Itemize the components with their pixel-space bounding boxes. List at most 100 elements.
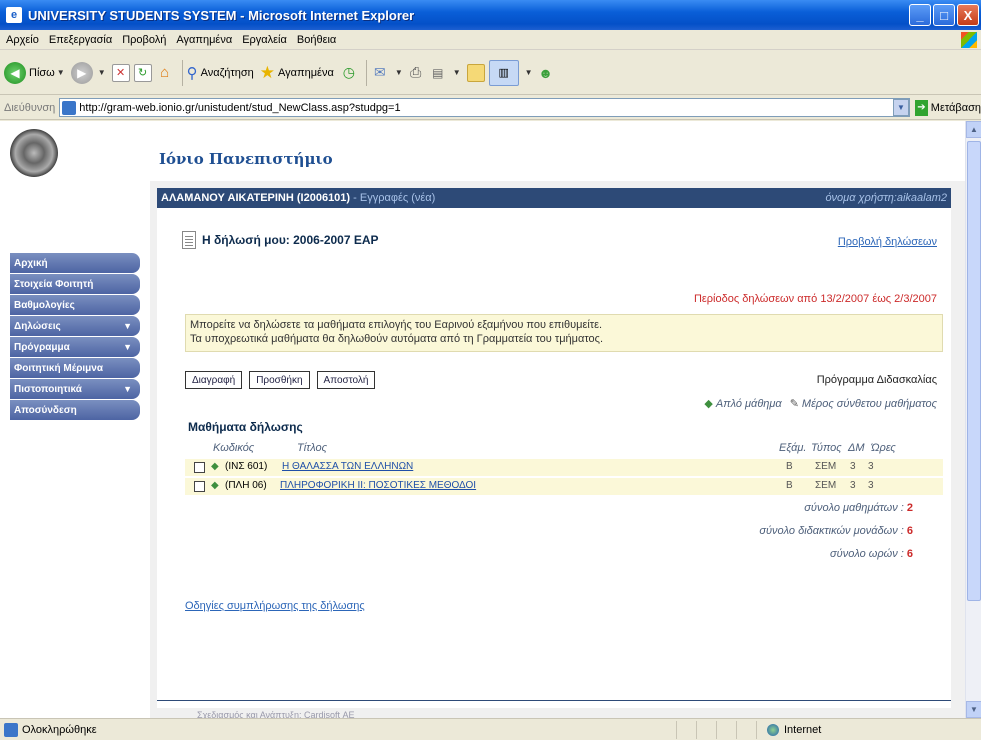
close-button[interactable]: X [957, 4, 979, 26]
instructions-link[interactable]: Οδηγίες συμπλήρωσης της δήλωσης [185, 600, 365, 612]
send-button[interactable]: Αποστολή [316, 371, 376, 389]
total-courses: σύνολο μαθημάτων : 2 [804, 502, 913, 514]
history-icon[interactable]: ◷ [340, 64, 358, 82]
menu-edit[interactable]: Επεξεργασία [49, 34, 112, 46]
forward-button[interactable]: ▶ ▼ [70, 61, 106, 84]
header-units: ΔΜ [848, 442, 865, 454]
course-checkbox[interactable] [194, 462, 205, 473]
menu-view[interactable]: Προβολή [122, 34, 166, 46]
favorites-button[interactable]: ★ Αγαπημένα [260, 63, 334, 83]
sidebar-item-logout[interactable]: Αποσύνδεση [10, 400, 140, 420]
course-title-link[interactable]: Η ΘΑΛΑΣΣΑ ΤΩΝ ΕΛΛΗΝΩΝ [282, 461, 413, 472]
course-title-link[interactable]: ΠΛΗΡΟΦΟΡΙΚΗ ΙΙ: ΠΟΣΟΤΙΚΕΣ ΜΕΘΟΔΟΙ [280, 480, 476, 491]
sidebar-item-certificates[interactable]: Πιστοποιητικά ▼ [10, 379, 140, 399]
simple-course-icon: ◆ [211, 461, 219, 472]
compound-course-icon: ✎ [789, 398, 799, 410]
teaching-schedule-link[interactable]: Πρόγραμμα Διδασκαλίας [817, 374, 937, 386]
header-code: Κωδικός [213, 442, 255, 454]
address-input[interactable]: http://gram-web.ionio.gr/unistudent/stud… [59, 98, 910, 117]
sidebar-item-schedule[interactable]: Πρόγραμμα ▼ [10, 337, 140, 357]
address-url: http://gram-web.ionio.gr/unistudent/stud… [79, 101, 401, 114]
windows-logo-icon [961, 32, 977, 48]
address-bar: Διεύθυνση http://gram-web.ionio.gr/unist… [0, 96, 981, 120]
ie-icon: e [6, 7, 22, 23]
sidebar-nav: Αρχική Στοιχεία Φοιτητή Βαθμολογίες Δηλώ… [10, 253, 140, 421]
search-button[interactable]: ⚲ Αναζήτηση [187, 64, 254, 82]
footer-divider [157, 700, 951, 701]
action-buttons: Διαγραφή Προσθήκη Αποστολή [185, 371, 382, 389]
refresh-icon[interactable]: ↻ [133, 63, 152, 82]
header-hours: Ώρες [871, 442, 896, 454]
print-icon[interactable]: ⎙ [407, 64, 425, 82]
course-code: (ΠΛΗ 06) [225, 480, 267, 491]
star-icon: ★ [259, 62, 275, 82]
course-type: ΣΕΜ [815, 461, 837, 472]
sidebar-item-home[interactable]: Αρχική [10, 253, 140, 273]
courses-table-header: Κωδικός Τίτλος Εξάμ. Τύπος ΔΜ Ώρες [185, 442, 943, 456]
research-icon[interactable]: ▥ [488, 59, 519, 86]
scroll-down-icon[interactable]: ▼ [966, 701, 981, 718]
status-text: Ολοκληρώθηκε [22, 723, 97, 736]
university-logo [10, 129, 58, 177]
table-row: ◆ (ΙΝΣ 601) Η ΘΑΛΑΣΣΑ ΤΩΝ ΕΛΛΗΝΩΝ Β ΣΕΜ … [185, 459, 943, 476]
course-checkbox[interactable] [194, 481, 205, 492]
home-icon[interactable]: ⌂ [156, 64, 174, 82]
stop-icon[interactable]: ✕ [111, 63, 130, 82]
messenger-icon[interactable]: ☻ [537, 64, 555, 82]
back-button[interactable]: ◀ Πίσω ▼ [4, 61, 65, 84]
simple-course-icon: ◆ [211, 480, 219, 491]
toolbar: ◀ Πίσω ▼ ▶ ▼ ✕ ↻ ⌂ ⚲ Αναζήτηση ★ Αγαπημένα… [0, 51, 981, 95]
minimize-button[interactable]: _ [909, 4, 931, 26]
sidebar-item-student-info[interactable]: Στοιχεία Φοιτητή [10, 274, 140, 294]
sidebar-item-declarations[interactable]: Δηλώσεις ▼ [10, 316, 140, 336]
scroll-thumb[interactable] [967, 141, 981, 601]
username-label: όνομα χρήστη:aikaalam2 [825, 192, 947, 204]
go-button[interactable]: ➔ Μετάβαση [915, 99, 981, 116]
courses-section-title: Μαθήματα δήλωσης [188, 420, 303, 434]
course-code: (ΙΝΣ 601) [225, 461, 268, 472]
view-declarations-link[interactable]: Προβολή δηλώσεων [838, 236, 937, 248]
header-type: Τύπος [811, 442, 842, 454]
scroll-up-icon[interactable]: ▲ [966, 121, 981, 138]
table-row: ◆ (ΠΛΗ 06) ΠΛΗΡΟΦΟΡΙΚΗ ΙΙ: ΠΟΣΟΤΙΚΕΣ ΜΕΘ… [185, 478, 943, 495]
down-arrow-icon: ▼ [123, 384, 132, 394]
menu-file[interactable]: Αρχείο [6, 34, 39, 46]
course-hours: 3 [868, 461, 874, 472]
forward-arrow-icon: ▶ [70, 61, 93, 84]
menu-favorites[interactable]: Αγαπημένα [176, 34, 232, 46]
security-zone: Internet [756, 720, 981, 739]
page-viewport: Ιόνιο Πανεπιστήμιο Αρχική Στοιχεία Φοιτη… [0, 121, 965, 718]
declaration-period: Περίοδος δηλώσεων από 13/2/2007 έως 2/3/… [693, 293, 937, 305]
edit-icon[interactable]: ▤ [429, 64, 447, 82]
course-hours: 3 [868, 480, 874, 491]
header-semester: Εξάμ. [779, 442, 807, 454]
add-button[interactable]: Προσθήκη [249, 371, 310, 389]
delete-button[interactable]: Διαγραφή [185, 371, 243, 389]
footer-credits: Σχεδιασμός και Ανάπτυξη: Cardisoft ΑΕ [197, 710, 355, 718]
menu-help[interactable]: Βοήθεια [297, 34, 336, 46]
maximize-button[interactable]: □ [933, 4, 955, 26]
total-units: σύνολο διδακτικών μονάδων : 6 [759, 525, 913, 537]
notice-box: Μπορείτε να δηλώσετε τα μαθήματα επιλογή… [185, 314, 943, 352]
address-dropdown-icon[interactable]: ▼ [893, 99, 909, 116]
sidebar-item-student-care[interactable]: Φοιτητική Μέριμνα [10, 358, 140, 378]
student-header-bar: ΑΛΑΜΑΝΟΥ ΑΙΚΑΤΕΡΙΝΗ (I2006101) - Εγγραφέ… [157, 188, 951, 208]
mail-icon[interactable]: ✉ [371, 64, 389, 82]
main-panel: ΑΛΑΜΑΝΟΥ ΑΙΚΑΤΕΡΙΝΗ (I2006101) - Εγγραφέ… [150, 181, 965, 718]
document-icon [182, 231, 196, 249]
course-units: 3 [850, 480, 856, 491]
header-title: Τίτλος [297, 442, 328, 454]
university-name: Ιόνιο Πανεπιστήμιο [159, 150, 333, 168]
main-content: ΑΛΑΜΑΝΟΥ ΑΙΚΑΤΕΡΙΝΗ (I2006101) - Εγγραφέ… [157, 188, 951, 718]
course-units: 3 [850, 461, 856, 472]
menu-tools[interactable]: Εργαλεία [242, 34, 287, 46]
back-arrow-icon: ◀ [4, 61, 26, 84]
sidebar-item-grades[interactable]: Βαθμολογίες [10, 295, 140, 315]
address-label: Διεύθυνση [4, 101, 56, 114]
vertical-scrollbar[interactable]: ▲ ▼ [965, 121, 981, 718]
go-arrow-icon: ➔ [915, 99, 928, 116]
down-arrow-icon: ▼ [123, 321, 132, 331]
legend: ◆ Απλό μάθημα ✎ Μέρος σύνθετου μαθήματος [704, 397, 937, 411]
folder-icon[interactable] [466, 63, 485, 82]
course-type: ΣΕΜ [815, 480, 837, 491]
